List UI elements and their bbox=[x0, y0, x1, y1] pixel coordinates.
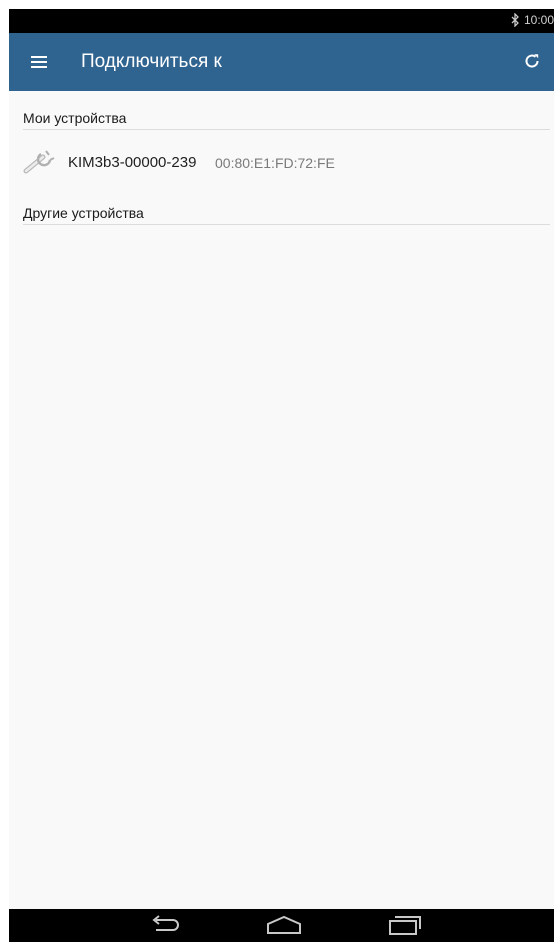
back-icon[interactable] bbox=[144, 914, 184, 940]
wrench-icon bbox=[23, 149, 57, 175]
section-header-my-devices: Мои устройства bbox=[23, 110, 550, 130]
section-header-other-devices: Другие устройства bbox=[23, 205, 550, 225]
bluetooth-icon bbox=[510, 13, 520, 27]
app-screen: 10:00 Подключиться к Мои устройства KIM3… bbox=[9, 9, 554, 942]
refresh-icon[interactable] bbox=[522, 51, 542, 71]
device-list-item[interactable]: KIM3b3-00000-239 00:80:E1:FD:72:FE bbox=[9, 143, 554, 183]
navigation-bar bbox=[9, 909, 554, 942]
status-time: 10:00 bbox=[523, 13, 554, 27]
menu-icon[interactable] bbox=[31, 54, 49, 70]
status-icons: 10:00 bbox=[510, 13, 554, 27]
device-name: KIM3b3-00000-239 bbox=[68, 154, 197, 171]
status-bar: 10:00 bbox=[9, 9, 554, 33]
home-icon[interactable] bbox=[264, 914, 304, 940]
recent-apps-icon[interactable] bbox=[384, 914, 424, 940]
device-mac-address: 00:80:E1:FD:72:FE bbox=[215, 155, 335, 171]
app-bar: Подключиться к bbox=[9, 33, 554, 91]
page-title: Подключиться к bbox=[81, 51, 222, 72]
